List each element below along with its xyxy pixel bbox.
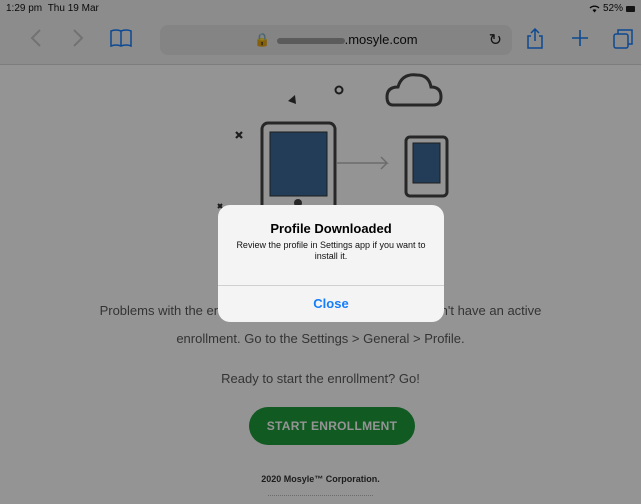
alert-title: Profile Downloaded: [270, 221, 392, 236]
profile-downloaded-alert: Profile Downloaded Review the profile in…: [218, 205, 444, 322]
alert-message: Review the profile in Settings app if yo…: [236, 240, 426, 261]
close-button[interactable]: Close: [218, 285, 444, 322]
